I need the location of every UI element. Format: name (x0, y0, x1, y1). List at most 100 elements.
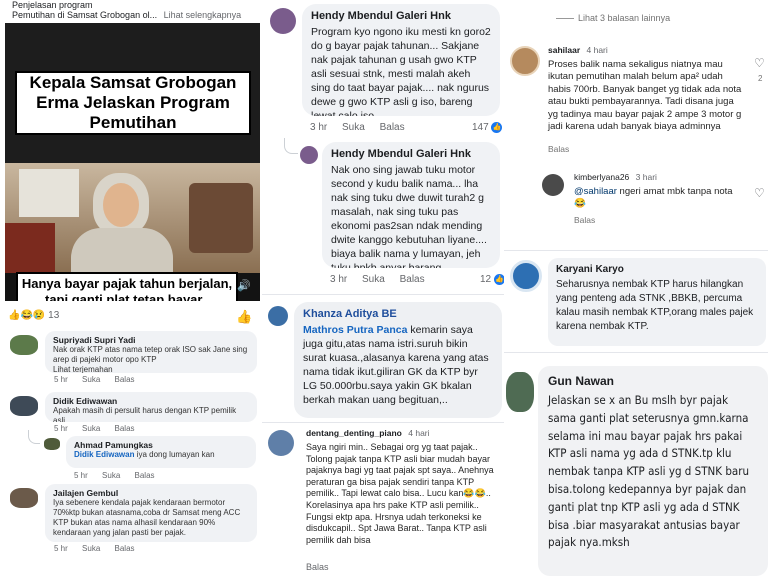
reply-button[interactable]: Balas (306, 562, 329, 572)
video-chair (189, 183, 253, 253)
comment-actions: 5 hr Suka Balas (54, 375, 147, 384)
avatar[interactable] (10, 488, 38, 508)
see-translation-link[interactable]: Lihat terjemahan (53, 365, 249, 373)
comment-author[interactable]: sahilaar (548, 45, 580, 55)
mention-link[interactable]: Mathros Putra Panca (303, 324, 407, 336)
video-person-uniform (71, 228, 173, 273)
screenshot-divider (504, 250, 768, 251)
comment-author[interactable]: Didik Ediwawan (53, 396, 249, 406)
reply-button[interactable]: Balas (548, 144, 569, 154)
reply-button[interactable]: Balas (380, 122, 405, 133)
reply-button[interactable]: Balas (115, 424, 135, 433)
speaker-icon[interactable]: 🔊 (237, 279, 251, 292)
comment-bubble: Khanza Aditya BE Mathros Putra Panca kem… (294, 302, 502, 418)
comment-text: Program kyo ngono iku mesti kn goro2 do … (311, 26, 491, 116)
comment-actions: 5 hr Suka Balas (54, 424, 147, 433)
comment-time: 5 hr (74, 471, 88, 480)
see-more-link[interactable]: Lihat selengkapnya (164, 10, 242, 20)
reply-bubble: Hendy Mbendul Galeri Hnk Nak ono sing ja… (322, 142, 500, 268)
comment-author[interactable]: Gun Nawan (548, 374, 758, 388)
video-title-overlay: Kepala Samsat Grobogan Erma Jelaskan Pro… (15, 71, 251, 135)
screenshot-divider (262, 294, 504, 295)
comment-time: 3 hr (330, 274, 348, 285)
comment-text: Nak ono sing jawab tuku motor second y k… (331, 164, 487, 268)
comment-author[interactable]: Ahmad Pamungkas (74, 440, 248, 450)
reply-thread-line (28, 430, 40, 444)
avatar[interactable] (270, 8, 296, 34)
video-player[interactable]: Kepala Samsat Grobogan Erma Jelaskan Pro… (5, 23, 260, 301)
comment-author[interactable]: kimberlyana26 (574, 172, 629, 182)
reaction-count: 13 (48, 310, 60, 321)
like-button[interactable]: Suka (342, 122, 365, 133)
comment-author[interactable]: Supriyadi Supri Yadi (53, 335, 249, 345)
like-button[interactable]: Suka (362, 274, 385, 285)
reaction-count: 147 (472, 122, 489, 134)
reply-button[interactable]: Balas (135, 471, 155, 480)
reply-button[interactable]: Balas (574, 215, 595, 225)
avatar[interactable] (10, 335, 38, 355)
comment-time: 5 hr (54, 424, 68, 433)
like-button[interactable]: Suka (82, 544, 100, 553)
comment-text: Nak orak KTP atas nama tetep orak ISO sa… (53, 345, 248, 364)
comment-author[interactable]: Karyani Karyo (556, 264, 758, 275)
like-button[interactable]: Suka (82, 424, 100, 433)
comment-bubble: Didik Ediwawan Apakah masih di persulit … (45, 392, 257, 422)
comment-text: Saya ngiri min.. Sebagai org yg taat paj… (306, 442, 494, 545)
avatar[interactable] (542, 174, 564, 196)
middle-screenshot-panel: Hendy Mbendul Galeri Hnk Program kyo ngo… (262, 0, 504, 576)
mention-link[interactable]: @sahilaar (574, 186, 617, 197)
reaction-badge[interactable]: 12 👍 (480, 274, 504, 285)
reply-button[interactable]: Balas (115, 544, 135, 553)
comment-author[interactable]: Khanza Aditya BE (303, 308, 493, 320)
comment-text-line: @sahilaar ngeri amat mbk tanpa nota 😂 (574, 186, 742, 210)
comment-text: kemarin saya juga gitu,atas nama istri.s… (303, 324, 489, 406)
heart-icon[interactable]: ♡ (754, 186, 765, 200)
view-more-replies-link[interactable]: Lihat 3 balasan lainnya (578, 13, 670, 23)
video-caption-overlay: Hanya bayar pajak tahun berjalan, tapi g… (16, 272, 238, 301)
comment-bubble: Jailajen Gembul Iya sebenere kendala paj… (45, 484, 257, 542)
like-icon[interactable]: 👍 (236, 309, 252, 325)
post-description-line: Pemutihan di Samsat Grobogan ol... Lihat… (12, 10, 241, 20)
reply-button[interactable]: Balas (400, 274, 425, 285)
comment-bubble: Supriyadi Supri Yadi Nak orak KTP atas n… (45, 331, 257, 373)
avatar[interactable] (268, 306, 288, 326)
avatar[interactable] (44, 438, 60, 450)
comment-actions: 3 hr Suka Balas (330, 274, 437, 285)
left-screenshot-panel: Penjelasan program Pemutihan di Samsat G… (0, 0, 262, 576)
like-count: 2 (758, 74, 763, 83)
like-button[interactable]: Suka (102, 471, 120, 480)
comment-bubble: Hendy Mbendul Galeri Hnk Program kyo ngo… (302, 4, 500, 116)
avatar[interactable] (300, 146, 318, 164)
comment-time: 3 hr (310, 122, 328, 133)
comment-header: kimberlyana26 3 hari (574, 172, 657, 182)
comment-actions: 5 hr Suka Balas (74, 471, 167, 480)
mention-link[interactable]: Didik Ediwawan (74, 450, 134, 459)
reaction-summary[interactable]: 👍😂😢 13 (8, 310, 59, 321)
comment-text-line: Didik Ediwawan iya dong lumayan kan (74, 450, 248, 460)
comment-author[interactable]: dentang_denting_piano (306, 428, 402, 438)
screenshot-divider (504, 352, 768, 353)
comment-text: Proses balik nama sekaligus niatnya mau … (548, 59, 742, 133)
comment-time: 3 hari (635, 172, 657, 182)
avatar[interactable] (268, 430, 294, 456)
screenshot-divider (262, 422, 504, 423)
comment-actions: 5 hr Suka Balas (54, 544, 147, 553)
avatar[interactable] (10, 396, 38, 416)
avatar[interactable] (510, 46, 540, 76)
comment-text: Jelaskan se x an Bu mslh byr pajak sama … (548, 393, 750, 550)
heart-icon[interactable]: ♡ (754, 56, 765, 70)
comment-time: 5 hr (54, 375, 68, 384)
like-button[interactable]: Suka (82, 375, 100, 384)
avatar[interactable] (510, 260, 542, 292)
reply-button[interactable]: Balas (115, 375, 135, 384)
right-screenshot-panel: Lihat 3 balasan lainnya sahilaar 4 hari … (504, 0, 768, 576)
comment-author[interactable]: Hendy Mbendul Galeri Hnk (311, 10, 491, 22)
reaction-badge[interactable]: 147 👍 (472, 122, 503, 134)
comment-time: 4 hari (586, 45, 608, 55)
avatar[interactable] (506, 372, 534, 412)
comment-header: dentang_denting_piano 4 hari (306, 428, 502, 438)
comment-author[interactable]: Jailajen Gembul (53, 488, 249, 498)
comment-author[interactable]: Hendy Mbendul Galeri Hnk (331, 148, 491, 160)
comment-time: 5 hr (54, 544, 68, 553)
comment-text: Iya sebenere kendala pajak kendaraan ber… (53, 498, 241, 537)
